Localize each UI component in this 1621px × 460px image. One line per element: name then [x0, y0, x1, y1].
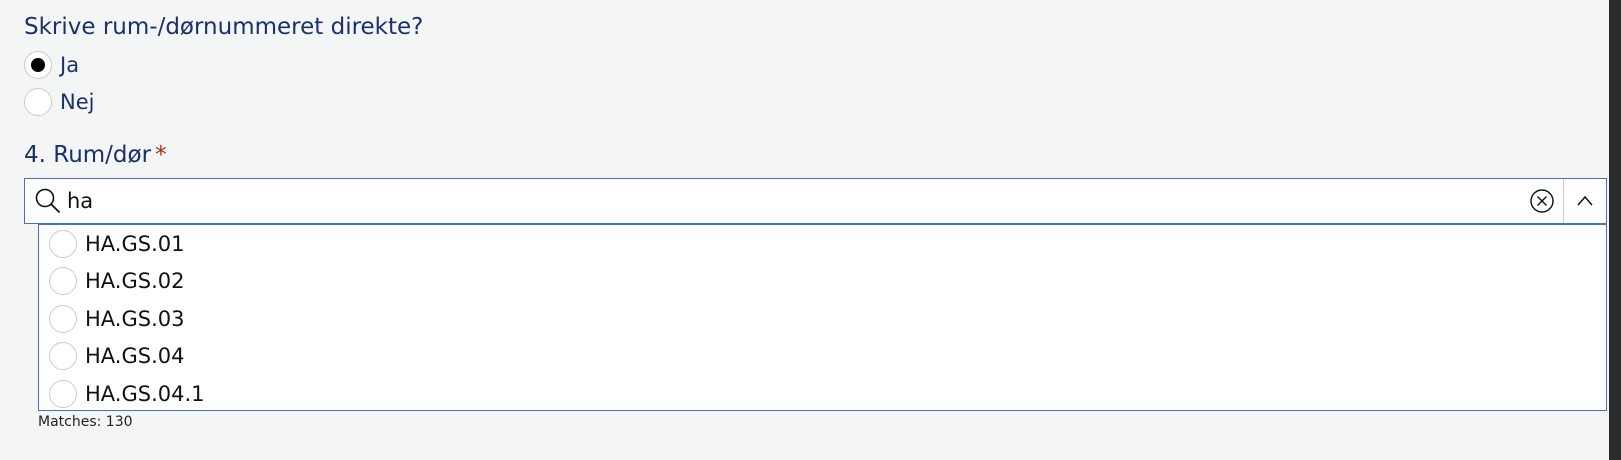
result-radio[interactable]	[49, 342, 77, 371]
result-option[interactable]: HA.GS.02	[39, 263, 1606, 301]
radio-label-ja: Ja	[60, 53, 80, 77]
result-option[interactable]: HA.GS.04	[39, 338, 1606, 376]
result-label: HA.GS.01	[85, 231, 185, 256]
required-marker: *	[155, 142, 167, 168]
chevron-up-icon	[1577, 195, 1593, 206]
result-radio[interactable]	[49, 229, 77, 258]
result-label: HA.GS.04	[85, 344, 185, 369]
result-label: HA.GS.02	[85, 269, 185, 294]
radio-option-ja[interactable]: Ja	[24, 50, 79, 80]
clear-icon[interactable]	[1529, 188, 1555, 214]
search-icon	[35, 188, 60, 213]
field-label: 4. Rum/dør *	[24, 142, 167, 168]
result-radio[interactable]	[49, 267, 77, 296]
result-label: HA.GS.04.1	[85, 381, 205, 406]
result-radio[interactable]	[49, 304, 77, 333]
question-label: Skrive rum-/dørnummeret direkte?	[24, 14, 424, 40]
radio-selected-dot	[31, 58, 45, 72]
room-combobox[interactable]	[24, 178, 1607, 224]
radio-option-nej[interactable]: Nej	[24, 87, 94, 117]
result-option[interactable]: HA.GS.03	[39, 300, 1606, 338]
radio-button-ja[interactable]	[24, 51, 52, 79]
field-label-text: 4. Rum/dør	[24, 142, 152, 168]
radio-button-nej[interactable]	[24, 88, 52, 116]
radio-label-nej: Nej	[60, 90, 95, 114]
result-label: HA.GS.03	[85, 306, 185, 331]
search-input[interactable]	[67, 189, 1529, 213]
result-radio[interactable]	[49, 379, 77, 408]
result-option[interactable]: HA.GS.01	[39, 225, 1606, 263]
result-option[interactable]: HA.GS.04.1	[39, 375, 1606, 410]
results-listbox[interactable]: HA.GS.01 HA.GS.02 HA.GS.03 HA.GS.04 HA.G…	[38, 224, 1607, 411]
window-edge-strip	[1609, 0, 1621, 460]
dropdown-toggle-button[interactable]	[1564, 179, 1606, 223]
matches-count: Matches: 130	[38, 414, 133, 430]
